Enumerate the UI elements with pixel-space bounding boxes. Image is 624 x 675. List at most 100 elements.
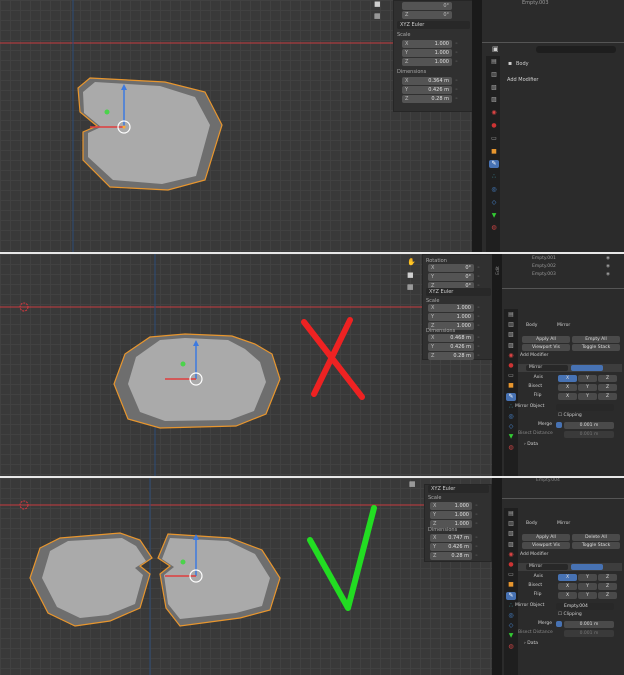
lock-icon[interactable]: ◦	[455, 96, 458, 102]
modifier-name-field[interactable]: Mirror	[526, 564, 568, 570]
gizmo-y-handle[interactable]	[180, 559, 186, 565]
modifier-toggles[interactable]	[571, 365, 603, 371]
tool-tab-icon[interactable]: ▤	[489, 58, 499, 66]
dimension-z-field[interactable]: Z 0.28 m	[428, 352, 474, 360]
scene-tab-icon[interactable]: ◉	[506, 352, 516, 360]
viewport-3d[interactable]: ▦	[0, 478, 492, 675]
scale-x-field[interactable]: X 1.000	[430, 502, 472, 510]
lock-icon[interactable]: ◦	[455, 59, 458, 65]
lock-icon[interactable]: ◦	[477, 314, 480, 320]
data-tab-icon[interactable]: ▼	[506, 433, 516, 441]
flip-row-y-toggle[interactable]: Y	[578, 393, 597, 400]
lock-icon[interactable]: ◦	[475, 553, 478, 559]
scale-z-field[interactable]: Z 1.000	[402, 58, 452, 66]
lock-icon[interactable]: ◦	[477, 353, 480, 359]
add-modifier-button[interactable]: Add Modifier	[520, 552, 548, 557]
particles-tab-icon[interactable]: ∴	[489, 173, 499, 181]
outliner-item[interactable]: Empty.003	[522, 0, 549, 6]
outliner-item[interactable]: Empty.003	[532, 272, 556, 277]
lock-icon[interactable]: ◦	[477, 323, 480, 329]
merge-distance-field[interactable]: 0.001 m	[564, 621, 614, 628]
outliner-item[interactable]: Empty.001	[532, 256, 556, 261]
object-tab-icon[interactable]: ■	[489, 148, 499, 156]
apply-all-button[interactable]: Apply All	[522, 336, 570, 343]
scale-y-field[interactable]: Y 1.000	[402, 49, 452, 57]
world-tab-icon[interactable]: ●	[506, 561, 516, 569]
output-tab-icon[interactable]: ▧	[506, 331, 516, 339]
euler-mode-dropdown[interactable]: XYZ Euler	[428, 485, 489, 493]
lock-icon[interactable]: ◦	[475, 521, 478, 527]
gizmo-y-handle[interactable]	[180, 361, 186, 367]
viewport-vis-button[interactable]: Viewport Vis	[522, 542, 570, 549]
dimension-y-field[interactable]: Y 0.426 m	[402, 86, 452, 94]
bisect-row-z-toggle[interactable]: Z	[598, 583, 617, 590]
viewport-vis-button[interactable]: Viewport Vis	[522, 344, 570, 351]
tool-tab-icon[interactable]: ▤	[506, 311, 516, 319]
material-tab-icon[interactable]: ◍	[506, 444, 516, 452]
collection-tab-icon[interactable]: ▭	[506, 571, 516, 579]
wrench-icon[interactable]: ✎	[489, 160, 499, 169]
axis-row-z-toggle[interactable]: Z	[598, 574, 617, 581]
merge-distance-field[interactable]: 0.001 m	[564, 422, 614, 429]
view-layer-tab-icon[interactable]: ▨	[489, 96, 499, 104]
rotation-y-field[interactable]: 0°	[402, 2, 452, 10]
lock-icon[interactable]: ◦	[475, 503, 478, 509]
add-modifier-button[interactable]: Add Modifier	[520, 353, 548, 358]
object-tab-icon[interactable]: ■	[506, 382, 516, 390]
modifier-header[interactable]: Mirror	[518, 563, 622, 571]
render-tab-icon[interactable]: ▥	[506, 520, 516, 528]
merge-checkbox[interactable]	[556, 422, 562, 428]
view-layer-tab-icon[interactable]: ▨	[506, 342, 516, 350]
outliner-scrollbar[interactable]	[492, 478, 502, 675]
axis-row-x-toggle[interactable]: X	[558, 574, 577, 581]
bisect-row-z-toggle[interactable]: Z	[598, 384, 617, 391]
scale-y-field[interactable]: Y 1.000	[430, 511, 472, 519]
mirror-object-field[interactable]: Empty.004	[556, 603, 614, 610]
lock-icon[interactable]: ◦	[475, 512, 478, 518]
merge-checkbox[interactable]	[556, 621, 562, 627]
lock-icon[interactable]: ◦	[475, 544, 478, 550]
mirror-object-field[interactable]	[556, 404, 614, 411]
bisect-row-x-toggle[interactable]: X	[558, 583, 577, 590]
scene-tab-icon[interactable]: ◉	[489, 109, 499, 117]
lock-icon[interactable]: ◦	[455, 87, 458, 93]
data-tab-icon[interactable]: ▼	[506, 632, 516, 640]
add-modifier-button[interactable]: Add Modifier	[507, 77, 539, 83]
flip-row-x-toggle[interactable]: X	[558, 393, 577, 400]
bisect-distance-field[interactable]: 0.001 m	[564, 431, 614, 438]
physics-tab-icon[interactable]: ◎	[506, 413, 516, 421]
euler-mode-dropdown[interactable]: XYZ Euler	[397, 21, 470, 29]
material-tab-icon[interactable]: ◍	[506, 643, 516, 651]
world-tab-icon[interactable]: ●	[506, 362, 516, 370]
constraints-tab-icon[interactable]: ◇	[506, 423, 516, 431]
flip-row-z-toggle[interactable]: Z	[598, 393, 617, 400]
material-tab-icon[interactable]: ◍	[489, 224, 499, 232]
render-tab-icon[interactable]: ▥	[506, 321, 516, 329]
modifier-header[interactable]: Mirror	[518, 364, 622, 372]
rotation-x-field[interactable]: X 0°	[428, 264, 474, 272]
gizmo-y-handle[interactable]	[104, 109, 110, 115]
bisect-distance-field[interactable]: 0.001 m	[564, 630, 614, 637]
camera-icon[interactable]: ■	[374, 0, 381, 8]
grid-icon[interactable]: ▦	[407, 283, 414, 291]
dimension-x-field[interactable]: X 0.468 m	[428, 334, 474, 342]
camera-icon[interactable]: ■	[407, 271, 414, 279]
hand-icon[interactable]: ✋	[407, 258, 416, 266]
outliner-item[interactable]: Empty.002	[532, 264, 556, 269]
toggle-stack-button[interactable]: Toggle Stack	[572, 344, 620, 351]
lock-icon[interactable]: ◦	[475, 535, 478, 541]
clipping-checkbox[interactable]: ☐ Clipping	[558, 612, 582, 617]
tool-tab-icon[interactable]: ▤	[506, 510, 516, 518]
view-layer-tab-icon[interactable]: ▨	[506, 541, 516, 549]
sidebar-tab-edit[interactable]: Edit	[496, 266, 501, 275]
rotation-y-field[interactable]: Y 0°	[428, 273, 474, 281]
delete-all-button[interactable]: Empty All	[572, 336, 620, 343]
bisect-row-y-toggle[interactable]: Y	[578, 384, 597, 391]
data-subpanel[interactable]: › Data	[524, 641, 538, 646]
lock-icon[interactable]: ◦	[455, 78, 458, 84]
rotation-z-field[interactable]: Z 0°	[402, 11, 452, 19]
euler-mode-dropdown[interactable]: XYZ Euler	[426, 288, 491, 296]
dimension-y-field[interactable]: Y 0.426 m	[428, 343, 474, 351]
search-input[interactable]	[536, 46, 616, 53]
apply-all-button[interactable]: Apply All	[522, 534, 570, 541]
